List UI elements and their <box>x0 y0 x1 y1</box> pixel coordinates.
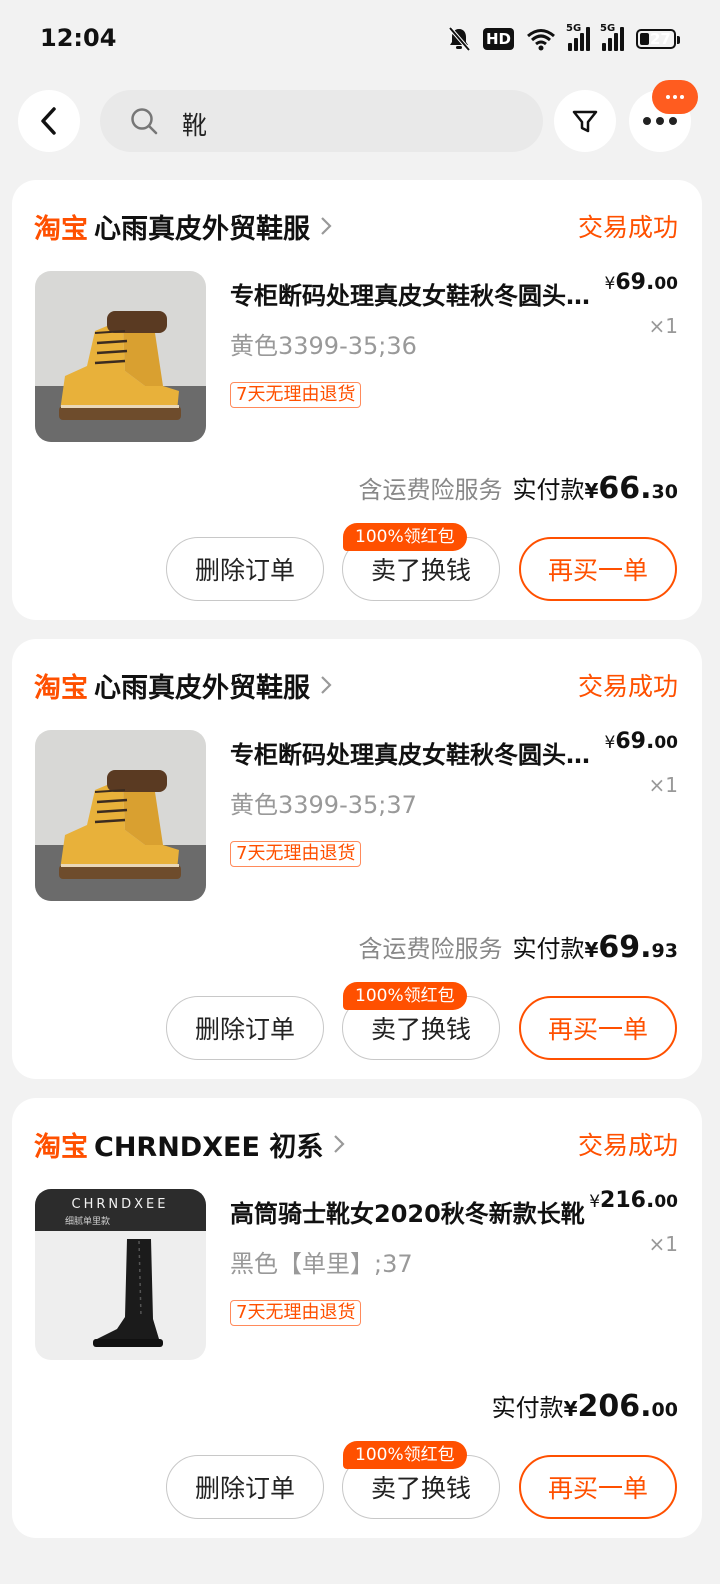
paid-currency: ¥ <box>584 479 599 503</box>
insurance-text: 含运费险服务 <box>358 476 503 504</box>
total-row: 实付款 ¥ 206. 00 <box>492 1388 678 1424</box>
product-title[interactable]: 高筒骑士靴女2020秋冬新款长靴 <box>230 1194 602 1229</box>
chevron-right-icon <box>334 1135 345 1153</box>
total-row: 含运费险服务 实付款 ¥ 66. 30 <box>358 470 678 506</box>
paid-integer: 206. <box>577 1389 652 1424</box>
unit-price: ¥69.00 <box>605 270 678 295</box>
hd-badge: HD <box>482 28 514 50</box>
signal-icon: 5G <box>566 23 590 51</box>
black-knee-boot-image[interactable]: CHRNDXEE 细腻单里款 <box>35 1189 206 1360</box>
delete-order-button[interactable]: 删除订单 <box>166 537 324 601</box>
search-input[interactable]: 靴 <box>100 90 543 152</box>
order-card[interactable]: 淘宝 心雨真皮外贸鞋服 交易成功 专柜断码处理真皮女鞋秋冬圆头短靴 黄色3399… <box>12 180 702 620</box>
price-decimal: 00 <box>654 733 678 753</box>
chevron-right-icon <box>321 217 332 235</box>
quantity: ×1 <box>648 1232 678 1256</box>
battery-fill <box>640 33 649 45</box>
paid-integer: 69. <box>598 930 652 965</box>
yellow-boot-image[interactable] <box>35 730 206 901</box>
search-icon <box>131 108 158 135</box>
paid-label: 实付款 <box>512 476 585 504</box>
filter-icon <box>572 110 598 133</box>
shop-link[interactable]: 淘宝 CHRNDXEE 初系 <box>34 1124 347 1164</box>
shop-name: 心雨真皮外贸鞋服 <box>94 672 310 704</box>
shop-link[interactable]: 淘宝 心雨真皮外贸鞋服 <box>34 206 334 246</box>
filter-button[interactable] <box>554 90 616 152</box>
buy-again-button[interactable]: 再买一单 <box>519 537 677 601</box>
return-policy-tag: 7天无理由退货 <box>230 382 362 408</box>
order-status: 交易成功 <box>577 1131 678 1160</box>
taobao-logo: 淘宝 <box>34 213 88 245</box>
battery-icon: 27 <box>636 29 680 49</box>
buy-again-button[interactable]: 再买一单 <box>519 996 677 1060</box>
order-status: 交易成功 <box>577 672 678 701</box>
product-sku: 黄色3399-35;36 <box>230 332 417 360</box>
bell-off-icon <box>448 26 471 52</box>
paid-decimal: 30 <box>651 481 678 503</box>
delete-order-button[interactable]: 删除订单 <box>166 996 324 1060</box>
wifi-icon <box>527 29 555 51</box>
chevron-right-icon <box>321 676 332 694</box>
message-badge[interactable] <box>652 80 698 114</box>
quantity: ×1 <box>648 314 678 338</box>
taobao-logo: 淘宝 <box>34 1131 88 1163</box>
image-caption-text: 细腻单里款 <box>65 1215 110 1227</box>
status-bar: 12:04 HD 5G 5G 27 <box>0 0 720 80</box>
red-packet-badge: 100%领红包 <box>343 982 467 1010</box>
search-header: 靴 <box>0 86 720 158</box>
paid-integer: 66. <box>598 471 652 506</box>
price-integer: 216. <box>600 1188 655 1213</box>
return-policy-tag: 7天无理由退货 <box>230 841 362 867</box>
shop-name: CHRNDXEE 初系 <box>94 1131 324 1163</box>
paid-currency: ¥ <box>584 938 599 962</box>
shop-link[interactable]: 淘宝 心雨真皮外贸鞋服 <box>34 665 334 705</box>
delete-order-button[interactable]: 删除订单 <box>166 1455 324 1519</box>
unit-price: ¥216.00 <box>589 1188 678 1213</box>
battery-level: 27 <box>650 30 671 48</box>
image-brand-text: CHRNDXEE <box>72 1197 169 1212</box>
signal-icon-sim2: 5G <box>600 23 624 51</box>
product-sku: 黄色3399-35;37 <box>230 791 417 819</box>
status-icons: HD 5G 5G 27 <box>447 22 680 56</box>
unit-price: ¥69.00 <box>605 729 678 754</box>
price-integer: 69. <box>615 270 655 295</box>
price-currency: ¥ <box>604 274 616 294</box>
price-decimal: 00 <box>654 1192 678 1212</box>
buy-again-button[interactable]: 再买一单 <box>519 1455 677 1519</box>
shop-name: 心雨真皮外贸鞋服 <box>94 213 310 245</box>
back-arrow-icon <box>41 107 56 135</box>
more-icon <box>643 117 651 125</box>
paid-currency: ¥ <box>563 1397 578 1421</box>
order-card[interactable]: 淘宝 心雨真皮外贸鞋服 交易成功 专柜断码处理真皮女鞋秋冬圆头短靴 黄色3399… <box>12 639 702 1079</box>
product-title[interactable]: 专柜断码处理真皮女鞋秋冬圆头短靴 <box>230 735 602 770</box>
return-policy-tag: 7天无理由退货 <box>230 1300 362 1326</box>
total-row: 含运费险服务 实付款 ¥ 69. 93 <box>358 929 678 965</box>
price-currency: ¥ <box>589 1192 601 1212</box>
sim2-network-label: 5G <box>600 23 616 34</box>
status-time: 12:04 <box>40 24 117 52</box>
paid-label: 实付款 <box>491 1394 564 1422</box>
order-status: 交易成功 <box>577 213 678 242</box>
back-button[interactable] <box>18 90 80 152</box>
price-integer: 69. <box>615 729 655 754</box>
paid-decimal: 93 <box>651 940 678 962</box>
order-card[interactable]: 淘宝 CHRNDXEE 初系 交易成功 CHRNDXEE 细腻单里款 高筒骑士靴… <box>12 1098 702 1538</box>
yellow-boot-image[interactable] <box>35 271 206 442</box>
quantity: ×1 <box>648 773 678 797</box>
paid-label: 实付款 <box>512 935 585 963</box>
taobao-logo: 淘宝 <box>34 672 88 704</box>
price-decimal: 00 <box>654 274 678 294</box>
paid-decimal: 00 <box>651 1399 678 1421</box>
search-query: 靴 <box>182 111 208 140</box>
product-sku: 黑色【单里】;37 <box>230 1250 413 1278</box>
price-currency: ¥ <box>604 733 616 753</box>
red-packet-badge: 100%领红包 <box>343 1441 467 1469</box>
product-title[interactable]: 专柜断码处理真皮女鞋秋冬圆头短靴 <box>230 276 602 311</box>
red-packet-badge: 100%领红包 <box>343 523 467 551</box>
sim1-network-label: 5G <box>566 23 582 34</box>
insurance-text: 含运费险服务 <box>358 935 503 963</box>
